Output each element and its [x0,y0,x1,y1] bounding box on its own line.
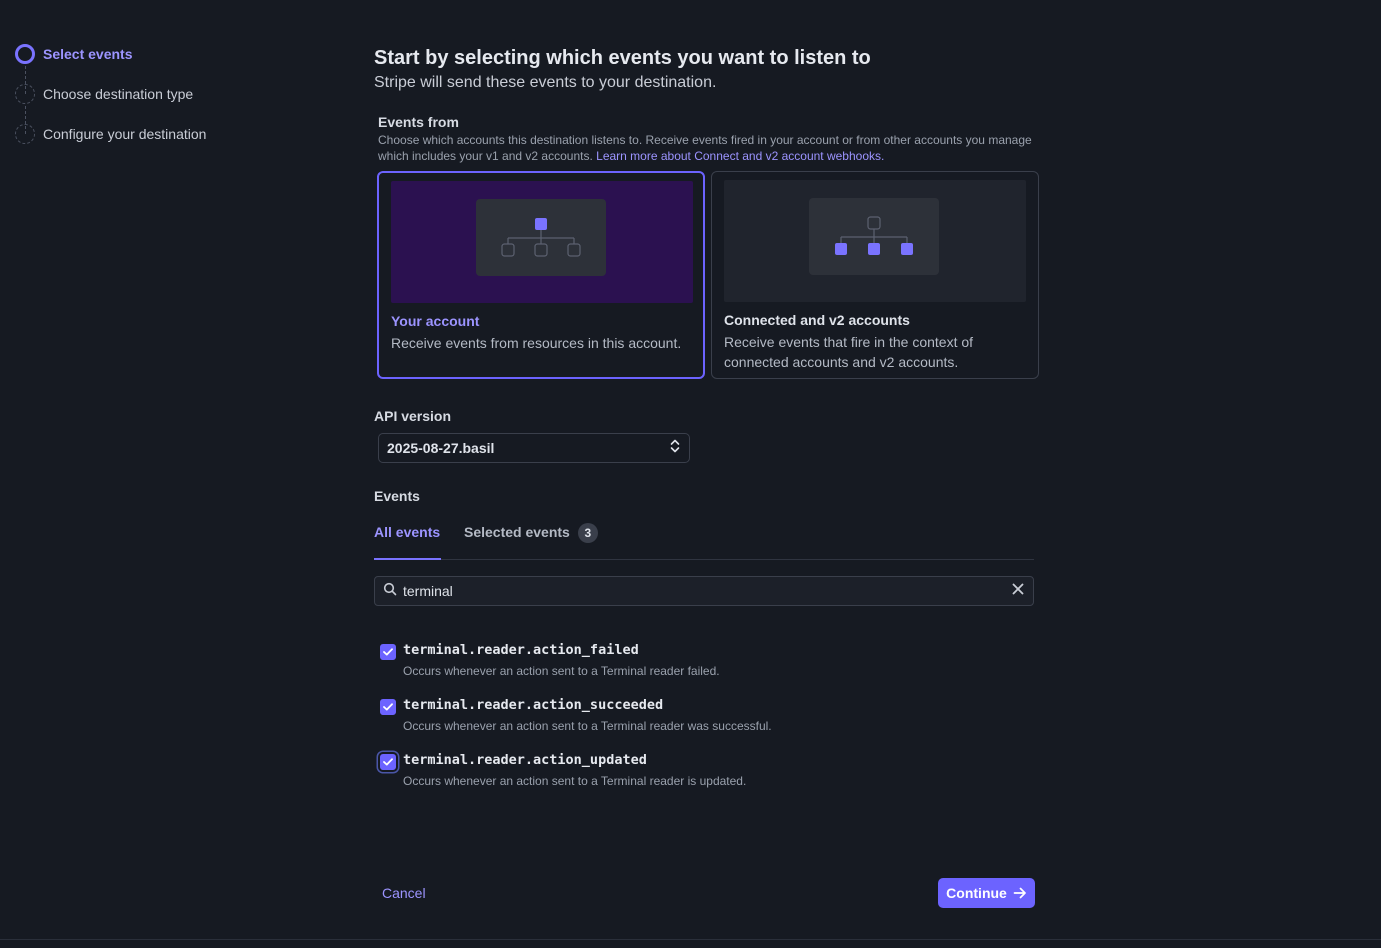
api-version-label: API version [374,408,452,424]
progress-stepper: Select events Choose destination type Co… [15,44,315,154]
continue-label: Continue [946,885,1007,901]
events-tabs: All events Selected events 3 [374,512,1034,560]
checkmark-icon [383,648,393,656]
your-account-option-card[interactable]: Your account Receive events from resourc… [377,171,705,379]
page-subtitle: Stripe will send these events to your de… [374,74,717,91]
event-description: Occurs whenever an action sent to a Term… [403,719,772,733]
chevron-up-down-icon [669,438,681,459]
event-list-item: terminal.reader.action_updated Occurs wh… [380,752,980,796]
hierarchy-diagram-icon [809,198,939,275]
events-from-description: Choose which accounts this destination l… [378,132,1038,164]
event-description: Occurs whenever an action sent to a Term… [403,774,747,788]
step-label: Configure your destination [43,126,207,142]
step-select-events: Select events [15,34,315,74]
tab-all-events[interactable]: All events [374,512,441,560]
connected-accounts-illustration [724,180,1026,302]
event-list-item: terminal.reader.action_succeeded Occurs … [380,697,980,741]
clear-search-icon[interactable] [1011,582,1025,601]
connect-webhooks-link[interactable]: Learn more about Connect and v2 account … [596,149,884,163]
tab-label: All events [374,524,441,540]
continue-button[interactable]: Continue [938,878,1035,908]
step-choose-destination-type: Choose destination type [15,74,315,114]
event-checkbox[interactable] [380,754,396,770]
step-pending-circle-icon [15,84,35,104]
your-account-description: Receive events from resources in this ac… [391,335,682,351]
event-checkbox[interactable] [380,644,396,660]
footer-divider [0,939,1381,940]
events-label: Events [374,488,420,504]
event-list-item: terminal.reader.action_failed Occurs whe… [380,642,980,686]
api-version-select[interactable]: 2025-08-27.basil [378,433,690,463]
event-checkbox[interactable] [380,699,396,715]
selected-count-badge: 3 [577,523,598,543]
arrow-right-icon [1013,887,1026,899]
search-icon [383,582,397,601]
tab-selected-events[interactable]: Selected events 3 [464,512,598,560]
api-version-value: 2025-08-27.basil [387,440,495,456]
your-account-illustration [391,181,693,303]
checkmark-icon [383,703,393,711]
step-label: Choose destination type [43,86,194,102]
step-pending-circle-icon [15,124,35,144]
step-active-circle-icon [15,44,35,64]
event-name: terminal.reader.action_succeeded [403,697,664,713]
page-title: Start by selecting which events you want… [374,47,871,69]
search-input[interactable] [403,583,1011,599]
step-configure-destination: Configure your destination [15,114,315,154]
event-name: terminal.reader.action_failed [403,642,639,658]
hierarchy-diagram-icon [476,199,606,276]
connected-accounts-option-card[interactable]: Connected and v2 accounts Receive events… [711,171,1039,379]
tab-label: Selected events [464,524,570,540]
cancel-button[interactable]: Cancel [382,885,426,901]
step-label: Select events [43,46,133,62]
your-account-title: Your account [391,313,480,329]
event-search-field[interactable] [374,576,1034,606]
connected-accounts-description: Receive events that fire in the context … [724,334,974,370]
event-description: Occurs whenever an action sent to a Term… [403,664,720,678]
connected-accounts-title: Connected and v2 accounts [724,312,910,328]
events-from-label: Events from [378,114,459,130]
checkmark-icon [383,758,393,766]
event-name: terminal.reader.action_updated [403,752,647,768]
